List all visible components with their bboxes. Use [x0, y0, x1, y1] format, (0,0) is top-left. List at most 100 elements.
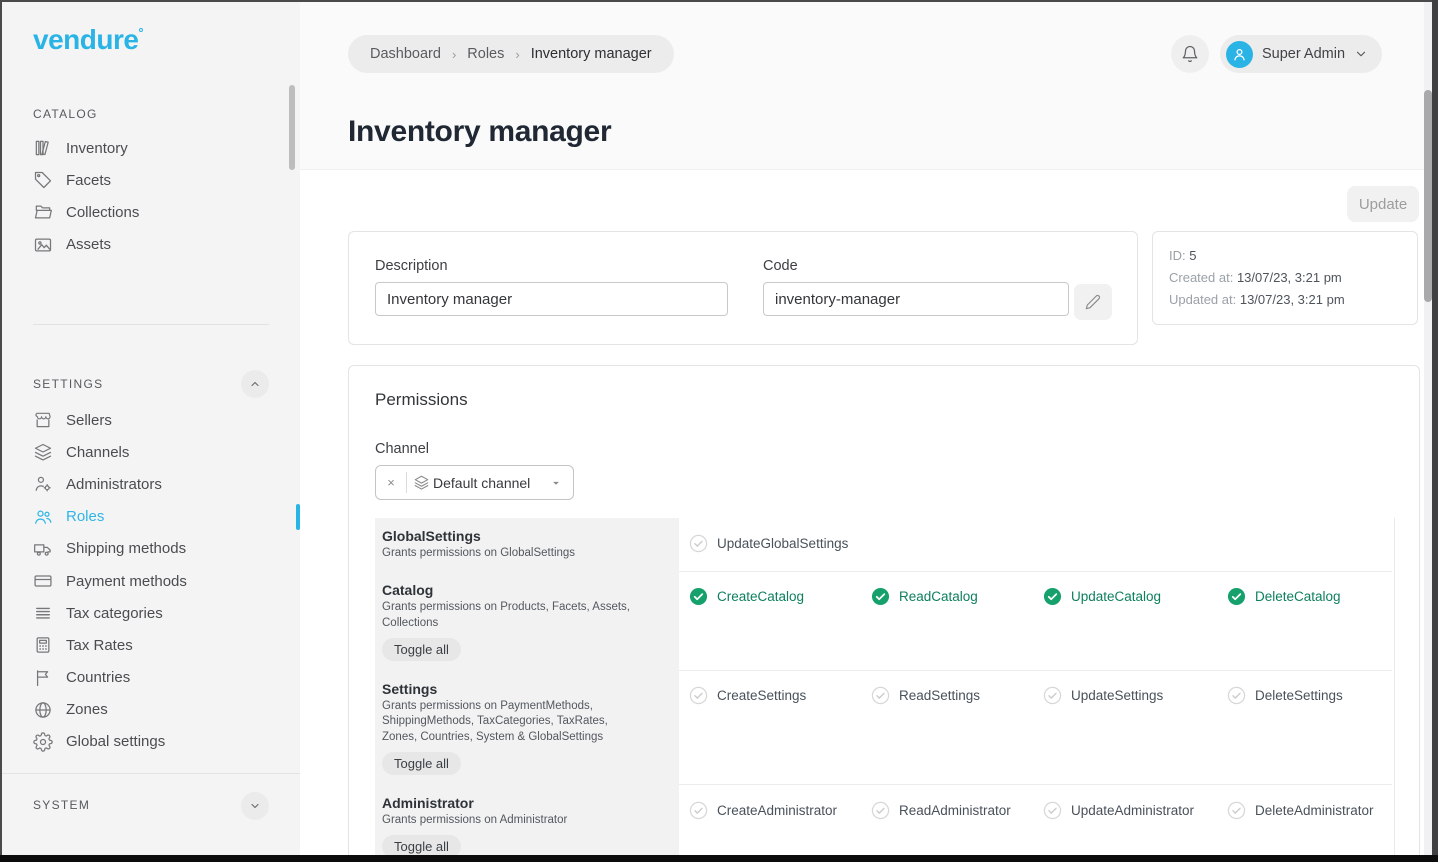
permission-label: UpdateAdministrator	[1071, 803, 1194, 818]
check-circle-outline-icon	[1043, 801, 1062, 820]
permission-row-catalog: Catalog Grants permissions on Products, F…	[349, 572, 1419, 671]
sidebar-item-channels[interactable]: Channels	[2, 436, 300, 468]
check-circle-outline-icon	[1227, 686, 1246, 705]
permission-checkbox-readsettings[interactable]: ReadSettings	[871, 686, 1043, 706]
sidebar-item-assets[interactable]: Assets	[2, 229, 300, 261]
vendure-logo[interactable]: vendure	[33, 24, 143, 56]
permission-category-cell: SettingsGrants permissions on PaymentMet…	[375, 671, 679, 786]
sidebar-item-label: Collections	[66, 204, 139, 221]
permission-label: ReadSettings	[899, 688, 980, 703]
sidebar-item-administrators[interactable]: Administrators	[2, 468, 300, 500]
chevron-down-icon	[249, 800, 261, 812]
permission-checkboxes: CreateSettings ReadSettings UpdateSettings…	[679, 671, 1392, 786]
permission-checkbox-updatesettings[interactable]: UpdateSettings	[1043, 686, 1227, 706]
created-at-row: Created at: 13/07/23, 3:21 pm	[1169, 267, 1401, 289]
sidebar-item-label: Global settings	[66, 733, 165, 750]
permission-label: UpdateCatalog	[1071, 589, 1161, 604]
permission-checkbox-deletecatalog[interactable]: DeleteCatalog	[1227, 587, 1392, 607]
breadcrumb-roles[interactable]: Roles	[467, 46, 504, 62]
created-at-label: Created at:	[1169, 270, 1233, 285]
remove-channel-icon[interactable]: ×	[376, 475, 406, 490]
collections-icon	[33, 202, 53, 222]
assets-icon	[33, 235, 53, 255]
main-scrollbar-thumb[interactable]	[1424, 90, 1432, 302]
edit-code-button[interactable]	[1074, 284, 1112, 320]
code-input[interactable]	[763, 282, 1069, 316]
chevron-right-icon: ›	[452, 47, 456, 62]
permission-checkbox-createadministrator[interactable]: CreateAdministrator	[689, 800, 871, 820]
permission-checkbox-deleteadministrator[interactable]: DeleteAdministrator	[1227, 800, 1392, 820]
permissions-card: Permissions Channel × Default channel Gl…	[348, 365, 1420, 855]
app-window: vendure CATALOG InventoryFacetsCollectio…	[0, 0, 1438, 862]
channel-value: Default channel	[433, 475, 530, 491]
administrators-icon	[33, 474, 53, 494]
sidebar-item-inventory[interactable]: Inventory	[2, 132, 300, 164]
channel-layers-icon	[414, 475, 429, 490]
sidebar-item-collections[interactable]: Collections	[2, 196, 300, 228]
permission-checkbox-createcatalog[interactable]: CreateCatalog	[689, 587, 871, 607]
description-input[interactable]	[375, 282, 728, 316]
toggle-all-button[interactable]: Toggle all	[382, 638, 461, 661]
channel-select-divider	[406, 472, 407, 493]
permission-checkbox-updateadministrator[interactable]: UpdateAdministrator	[1043, 800, 1227, 820]
toggle-all-button[interactable]: Toggle all	[382, 752, 461, 775]
permission-checkbox-updatecatalog[interactable]: UpdateCatalog	[1043, 587, 1227, 607]
id-label: ID:	[1169, 248, 1186, 263]
sidebar-item-tax-rates[interactable]: Tax Rates	[2, 629, 300, 661]
permission-label: DeleteAdministrator	[1255, 803, 1374, 818]
permission-label: ReadAdministrator	[899, 803, 1011, 818]
sidebar-item-label: Roles	[66, 508, 104, 525]
permission-label: DeleteSettings	[1255, 688, 1343, 703]
main-scrollbar-track[interactable]	[1424, 2, 1432, 855]
permission-category-description: Grants permissions on PaymentMethods, Sh…	[382, 699, 634, 747]
permission-category-description: Grants permissions on Products, Facets, …	[382, 600, 634, 632]
permission-category-name: Catalog	[382, 582, 634, 598]
sidebar-divider	[33, 324, 269, 325]
tax-categories-icon	[33, 603, 53, 623]
permission-category-name: Administrator	[382, 795, 634, 811]
expand-system-button[interactable]	[241, 792, 269, 820]
check-circle-outline-icon	[1227, 801, 1246, 820]
permissions-table: GlobalSettingsGrants permissions on Glob…	[349, 518, 1419, 855]
sidebar-item-shipping-methods[interactable]: Shipping methods	[2, 533, 300, 565]
countries-icon	[33, 668, 53, 688]
permission-row-settings: SettingsGrants permissions on PaymentMet…	[349, 671, 1419, 786]
sidebar-item-sellers[interactable]: Sellers	[2, 404, 300, 436]
window-frame-edge	[1432, 0, 1438, 862]
check-circle-filled-icon	[871, 587, 890, 606]
permission-row-administrator: AdministratorGrants permissions on Admin…	[349, 785, 1419, 855]
permission-checkbox-createsettings[interactable]: CreateSettings	[689, 686, 871, 706]
channels-icon	[33, 442, 53, 462]
update-button[interactable]: Update	[1347, 186, 1419, 222]
settings-nav-list: Sellers ChannelsAdministrators Roles Shippi…	[2, 404, 300, 758]
toggle-all-button[interactable]: Toggle all	[382, 835, 461, 855]
user-menu[interactable]: Super Admin	[1220, 35, 1382, 73]
breadcrumb-dashboard[interactable]: Dashboard	[370, 46, 441, 62]
description-label: Description	[375, 258, 728, 274]
sidebar-item-tax-categories[interactable]: Tax categories	[2, 597, 300, 629]
select-caret-icon	[549, 476, 563, 490]
sidebar-item-payment-methods[interactable]: Payment methods	[2, 565, 300, 597]
sidebar-item-label: Sellers	[66, 412, 112, 429]
notifications-button[interactable]	[1171, 35, 1209, 73]
sidebar-item-roles[interactable]: Roles	[2, 501, 300, 533]
sidebar-scrollbar-thumb[interactable]	[289, 85, 295, 170]
permission-checkbox-updateglobalsettings[interactable]: UpdateGlobalSettings	[689, 533, 871, 553]
sidebar-item-facets[interactable]: Facets	[2, 164, 300, 196]
chevron-right-icon: ›	[515, 47, 519, 62]
sidebar-item-global-settings[interactable]: Global settings	[2, 726, 300, 758]
permission-category-cell: AdministratorGrants permissions on Admin…	[375, 785, 679, 855]
collapse-settings-button[interactable]	[241, 370, 269, 398]
permission-checkbox-deletesettings[interactable]: DeleteSettings	[1227, 686, 1392, 706]
permission-checkboxes: UpdateGlobalSettings	[679, 518, 1392, 572]
permission-checkbox-readadministrator[interactable]: ReadAdministrator	[871, 800, 1043, 820]
permission-label: UpdateGlobalSettings	[717, 536, 848, 551]
permission-label: ReadCatalog	[899, 589, 978, 604]
sidebar-item-label: Inventory	[66, 140, 128, 157]
catalog-nav-list: Inventory Facets Collections Assets	[2, 132, 300, 261]
sidebar-item-zones[interactable]: Zones	[2, 694, 300, 726]
channel-select[interactable]: × Default channel	[375, 465, 574, 500]
pencil-icon	[1085, 294, 1101, 310]
permission-checkbox-readcatalog[interactable]: ReadCatalog	[871, 587, 1043, 607]
sidebar-item-countries[interactable]: Countries	[2, 662, 300, 694]
